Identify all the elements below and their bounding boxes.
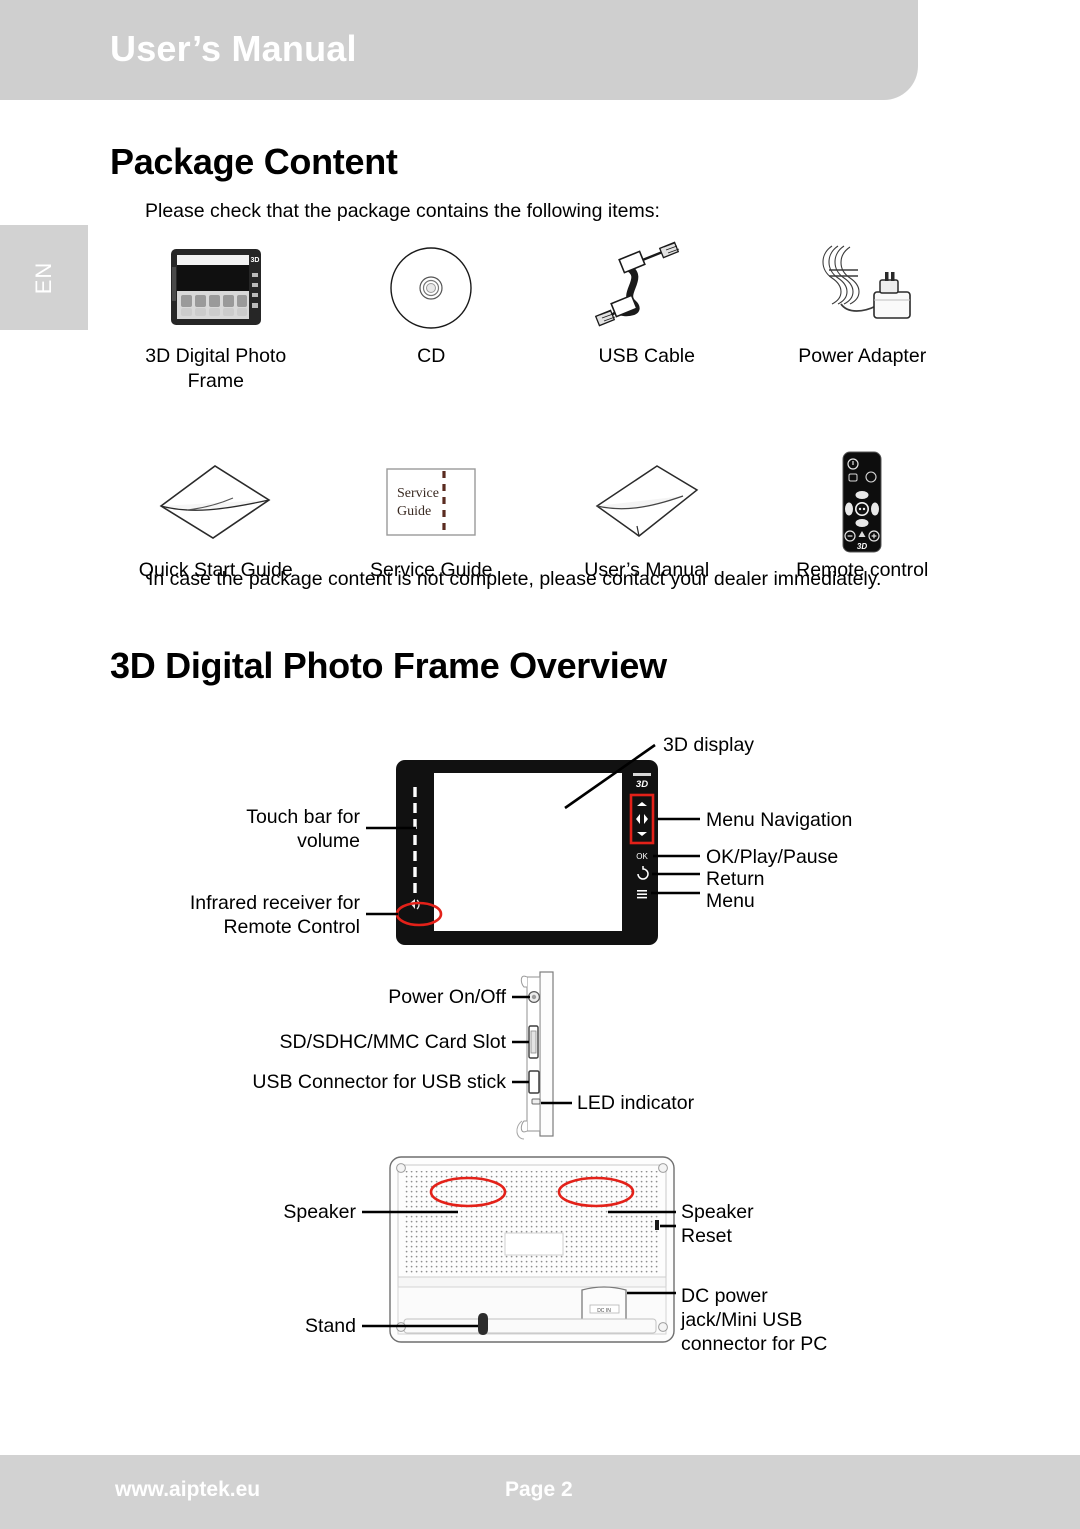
ok-play-pause-icon: OK [636,852,648,861]
page-header-title: User’s Manual [110,28,357,69]
language-tab: EN [0,225,88,330]
svg-text:DC IN: DC IN [597,1308,611,1314]
package-item-usb-cable: USB Cable [539,238,755,394]
service-guide-icon: Service Guide [381,452,481,552]
speaker-left-label: Speaker [283,1201,356,1223]
package-items-row-2: Quick Start Guide Service Guide Service … [108,451,971,583]
package-item-remote-control: 3D Remote control [755,451,971,583]
card-slot-label: SD/SDHC/MMC Card Slot [280,1031,507,1053]
footer-website-url[interactable]: www.aiptek.eu [115,1478,260,1502]
infrared-receiver-label-line2: Remote Control [223,916,360,938]
svg-text:3D: 3D [636,779,648,790]
package-items-grid: 3D 3D Digital Photo Frame CD USB Cable P… [108,238,970,583]
usb-cable-icon [587,238,707,338]
package-content-heading: Package Content [110,141,398,182]
manual-icon [587,452,707,552]
stand-label: Stand [305,1315,356,1337]
touch-bar-label-line1: Touch bar for [246,806,360,828]
package-item-quick-start-guide: Quick Start Guide [108,452,324,583]
display-label: 3D display [663,734,754,756]
usb-connector-label: USB Connector for USB stick [252,1071,506,1093]
menu-label: Menu [706,890,755,912]
package-item-users-manual: User’s Manual [539,452,755,583]
menu-icon [637,890,647,899]
power-label: Power On/Off [388,986,506,1008]
package-item-service-guide: Service Guide Service Guide [324,452,540,583]
cd-icon [387,238,475,338]
service-guide-art-line1: Service [397,486,439,501]
package-item-power-adapter: Power Adapter [755,238,971,394]
return-label: Return [706,868,765,890]
led-indicator-label: LED indicator [577,1092,695,1114]
svg-text:3D: 3D [857,542,867,551]
ok-play-pause-label: OK/Play/Pause [706,846,838,868]
photo-frame-icon: 3D [161,238,271,338]
reset-pinhole-icon [655,1220,659,1230]
package-item-cd: CD [324,238,540,394]
usb-connector-icon [528,1070,540,1094]
dc-power-label-line1: DC power [681,1285,768,1307]
overview-heading: 3D Digital Photo Frame Overview [110,645,667,686]
page-footer-bar: www.aiptek.eu Page 2 [0,1455,1080,1529]
led-indicator-icon [531,1098,541,1105]
language-tab-label: EN [31,261,56,294]
infrared-receiver-label-line1: Infrared receiver for [190,892,361,914]
dc-power-label-line3: connector for PC [681,1333,827,1355]
package-incomplete-note: In case the package content is not compl… [148,568,882,590]
reset-label: Reset [681,1225,733,1247]
speaker-right-label: Speaker [681,1201,754,1223]
booklet-icon [153,452,278,552]
remote-control-icon: 3D [830,451,894,553]
front-view-device: 3D OK [395,760,658,945]
package-item-label: USB Cable [598,345,695,367]
service-guide-art-line2: Guide [397,504,431,519]
package-item-label: Power Adapter [798,345,927,367]
power-adapter-icon [802,238,922,338]
overview-diagram: 3D OK Touch bar for volume Infrared rece… [0,715,1080,1375]
package-intro-text: Please check that the package contains t… [145,200,660,222]
touch-bar-label-line2: volume [297,830,360,852]
speaker-grille [404,1171,660,1275]
package-item-label: CD [417,345,446,367]
menu-navigation-label: Menu Navigation [706,809,852,831]
stand-hinge-icon [478,1313,488,1335]
svg-text:3D: 3D [250,257,259,264]
back-view-device: DC IN [389,1156,675,1343]
footer-page-number: Page 2 [505,1478,573,1501]
dc-power-label-line2: jack/Mini USB [680,1309,802,1331]
package-item-label: 3D Digital Photo Frame [145,345,287,392]
package-item-photo-frame: 3D 3D Digital Photo Frame [108,238,324,394]
package-items-row-1: 3D 3D Digital Photo Frame CD USB Cable P… [108,238,970,394]
